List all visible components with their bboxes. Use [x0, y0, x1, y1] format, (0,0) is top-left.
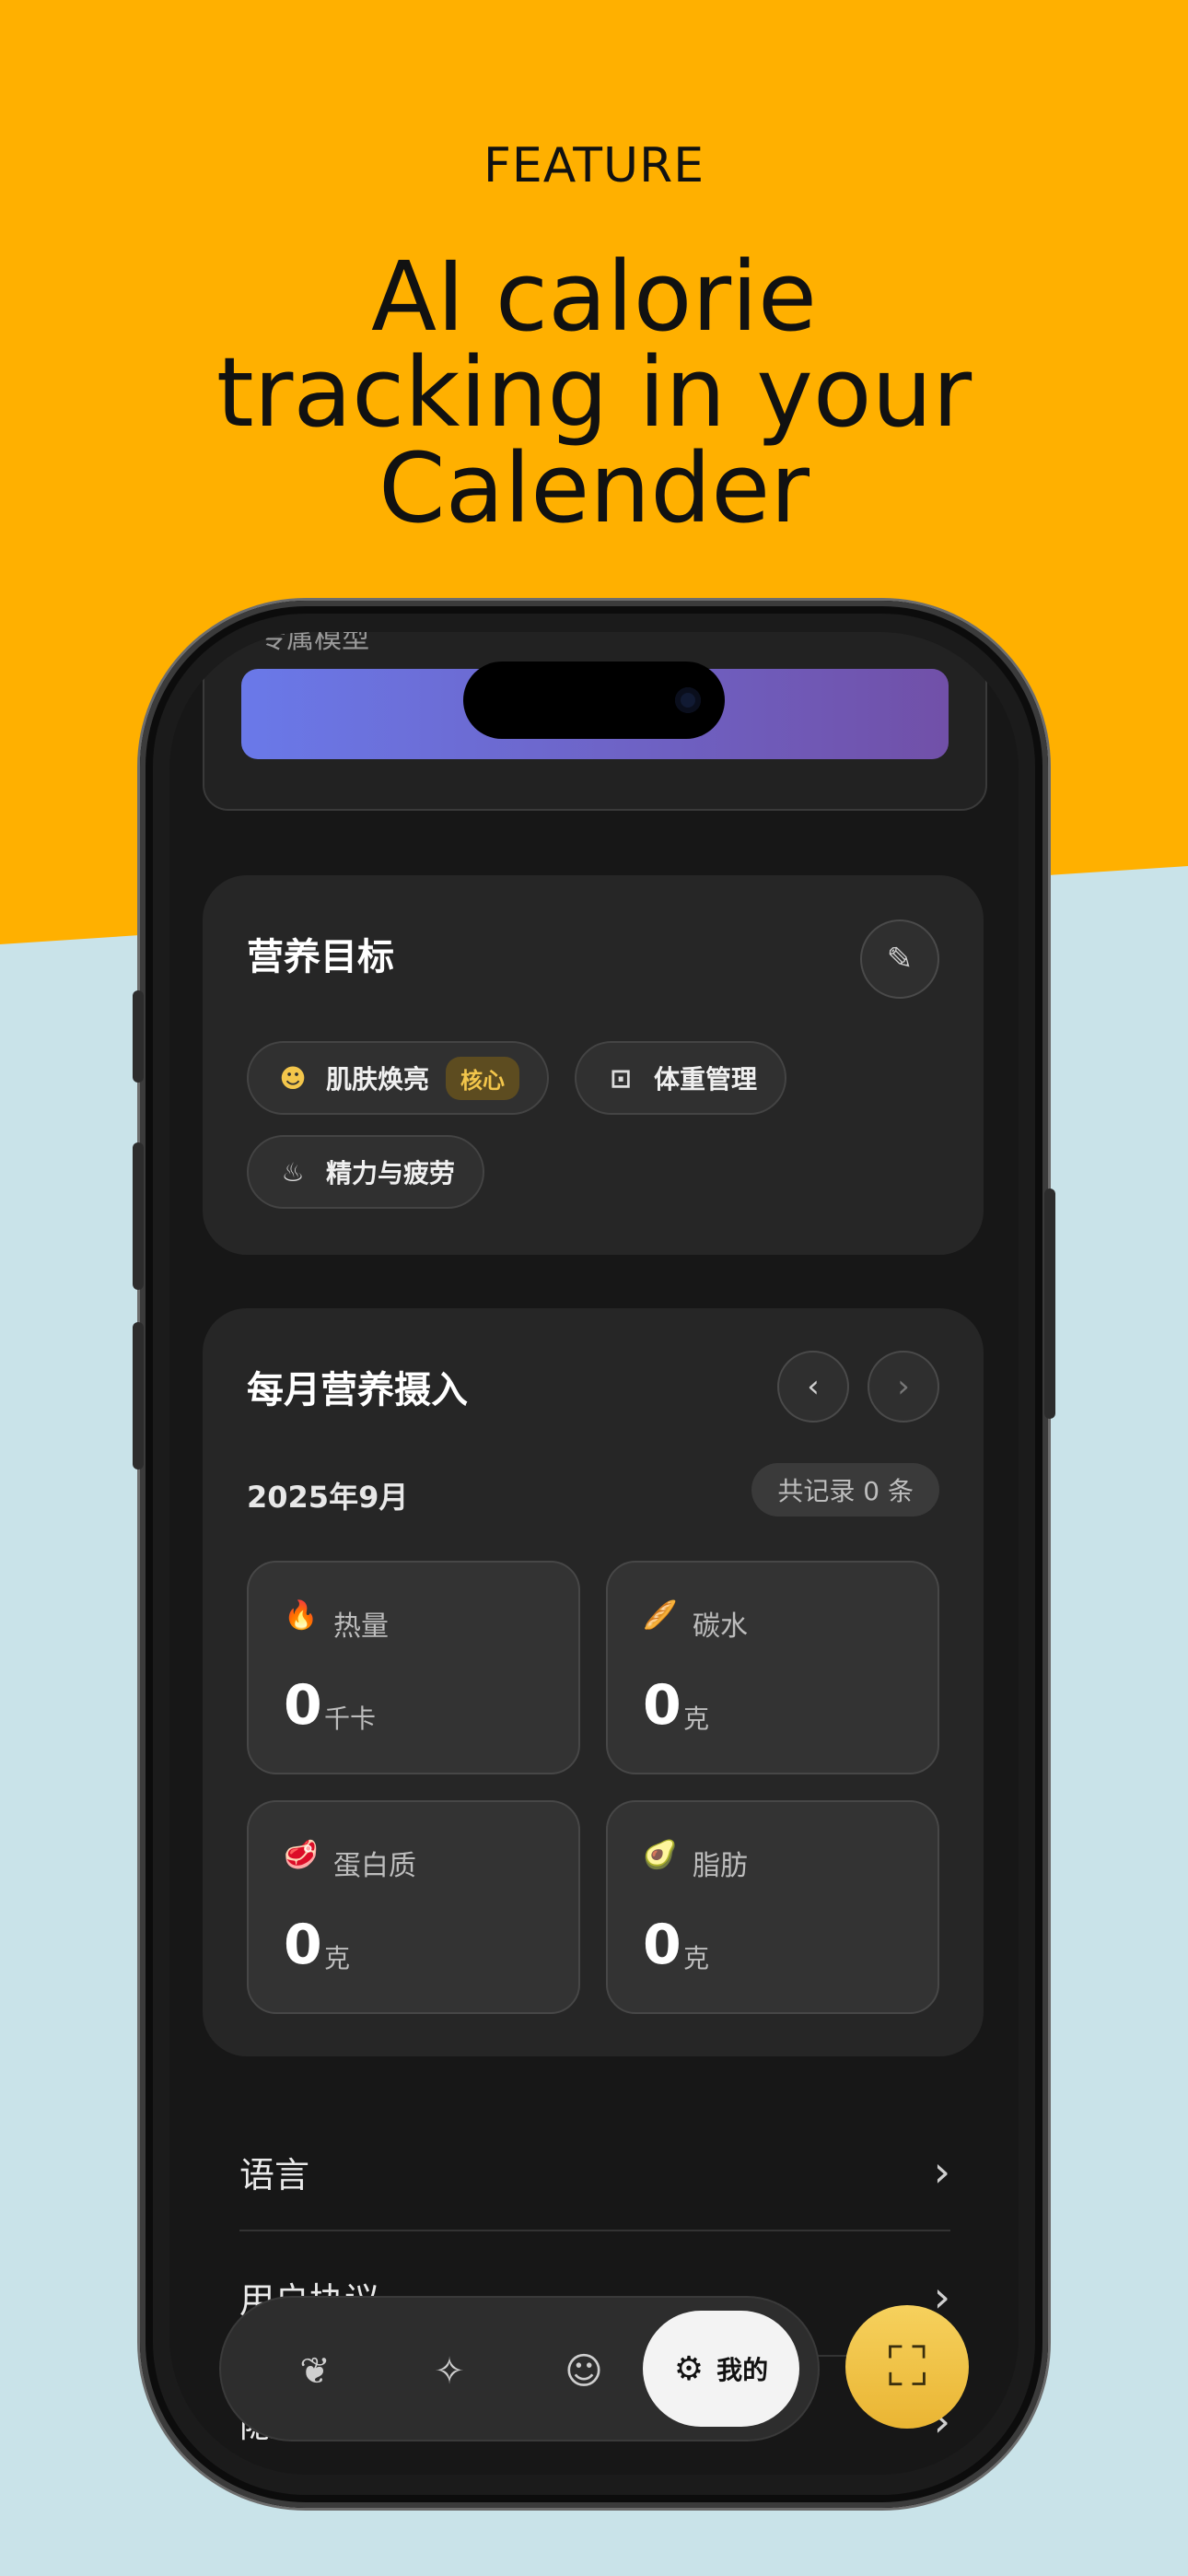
chip-label: 肌肤焕亮: [326, 1064, 430, 1095]
app-screen: · 专属模型 🚀 立即升级 营养目标 ✎ ☻ 肌肤焕亮 核心 ⊡ 体重管理 ♨ …: [169, 632, 1019, 2475]
goal-chip[interactable]: ⊡ 体重管理: [575, 1041, 787, 1115]
stat-value: 0: [284, 1913, 322, 1977]
edit-goals-button[interactable]: ✎: [860, 919, 939, 999]
stat-value: 0: [284, 1673, 322, 1738]
record-count-badge: 共记录 0 条: [751, 1463, 939, 1516]
scan-frame-icon: ⛶: [888, 2335, 926, 2399]
home-sparkle-icon[interactable]: ❦: [287, 2344, 343, 2399]
nutrition-goals-card: 营养目标 ✎ ☻ 肌肤焕亮 核心 ⊡ 体重管理 ♨ 精力与疲劳: [203, 875, 984, 1255]
month-label: 2025年9月: [247, 1480, 409, 1515]
monthly-intake-card: 每月营养摄入 ‹ › 2025年9月 共记录 0 条 🔥 热量 0 千卡 🥖 碳…: [203, 1308, 984, 2056]
stat-tile-protein: 🥩 蛋白质 0 克: [247, 1800, 580, 2014]
stat-unit: 克: [683, 1704, 710, 1734]
scale-icon: ⊡: [610, 1062, 632, 1094]
card-title: 每月营养摄入: [247, 1369, 468, 1411]
bottom-tab-bar: ❦ ✧ ☺ ⚙ 我的: [221, 2298, 818, 2440]
stat-tile-fat: 🥑 脂肪 0 克: [606, 1800, 939, 2014]
energy-icon: ♨: [281, 1156, 305, 1188]
chip-label: 精力与疲劳: [326, 1158, 456, 1188]
chevron-right-icon: ›: [933, 2147, 950, 2196]
dynamic-island: [463, 662, 725, 739]
headline-line: AI calorie: [371, 240, 817, 353]
goal-chip[interactable]: ♨ 精力与疲劳: [247, 1135, 485, 1209]
camera-icon: [675, 687, 701, 713]
stat-value: 0: [643, 1673, 681, 1738]
stat-unit: 克: [324, 1943, 351, 1973]
upgrade-subtitle: · 专属模型: [241, 632, 370, 655]
stat-label: 蛋白质: [333, 1850, 416, 1882]
stat-value: 0: [643, 1913, 681, 1977]
chat-sparkle-icon[interactable]: ✧: [422, 2344, 477, 2399]
card-title: 营养目标: [247, 936, 394, 978]
face-scan-icon[interactable]: ☺: [556, 2344, 611, 2399]
meat-icon: 🥩: [284, 1839, 319, 1871]
headline-line: Calender: [379, 432, 809, 544]
gear-icon: ⚙: [673, 2349, 705, 2388]
next-month-button[interactable]: ›: [868, 1351, 939, 1423]
tab-profile[interactable]: ⚙ 我的: [643, 2311, 799, 2427]
avocado-icon: 🥑: [643, 1839, 678, 1871]
stat-label: 碳水: [693, 1610, 748, 1643]
stat-label: 热量: [333, 1610, 389, 1643]
menu-item-language[interactable]: 语言 ›: [239, 2113, 950, 2231]
tab-profile-label: 我的: [716, 2355, 769, 2385]
scan-button[interactable]: ⛶: [845, 2305, 969, 2429]
stat-label: 脂肪: [693, 1850, 748, 1882]
bread-icon: 🥖: [643, 1599, 678, 1632]
goal-chip[interactable]: ☻ 肌肤焕亮 核心: [247, 1041, 550, 1115]
phone-action-button: [133, 990, 144, 1083]
phone-volume-down: [133, 1322, 144, 1469]
promo-eyebrow: FEATURE: [483, 138, 705, 193]
face-icon: ☻: [279, 1062, 307, 1094]
pencil-edit-icon: ✎: [886, 941, 914, 978]
stat-unit: 克: [683, 1943, 710, 1973]
phone-volume-up: [133, 1142, 144, 1290]
promo-headline: AI calorie tracking in your Calender: [0, 249, 1188, 536]
flame-icon: 🔥: [284, 1599, 319, 1632]
phone-side-button: [1044, 1188, 1055, 1419]
stat-tile-carbs: 🥖 碳水 0 克: [606, 1561, 939, 1774]
menu-item-label: 语言: [239, 2154, 310, 2195]
prev-month-button[interactable]: ‹: [777, 1351, 849, 1423]
headline-line: tracking in your: [215, 336, 973, 449]
stat-tile-calories: 🔥 热量 0 千卡: [247, 1561, 580, 1774]
chip-label: 体重管理: [654, 1064, 758, 1095]
chevron-left-icon: ‹: [807, 1368, 820, 1405]
chevron-right-icon: ›: [897, 1368, 910, 1405]
core-badge: 核心: [446, 1056, 520, 1100]
stat-unit: 千卡: [324, 1704, 377, 1734]
